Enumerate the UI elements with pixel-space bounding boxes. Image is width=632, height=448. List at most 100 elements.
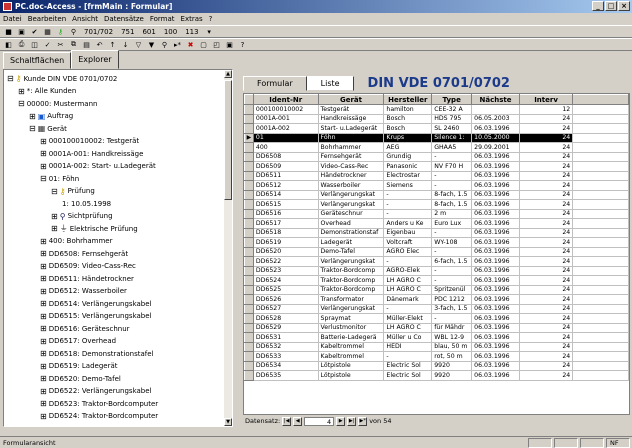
col-interv-cell[interactable]: 24 [519, 370, 574, 381]
tree-node[interactable]: ⊟ 01: Föhn [40, 173, 79, 184]
col-naechste-cell[interactable]: 06.03.1996 [471, 247, 520, 257]
col-ident-nr-cell[interactable]: DD6511 [253, 171, 319, 181]
table-row[interactable]: DD6533 Kabeltrommel - rot, 50 m 06.03.1996 24 [244, 351, 629, 362]
col-type-cell[interactable]: - [431, 313, 473, 324]
collapse-icon[interactable]: ⊟ [7, 74, 14, 83]
col-naechste-cell[interactable]: 06.03.1996 [471, 313, 520, 324]
col-ident-nr-cell[interactable]: DD6527 [253, 304, 319, 314]
spellcheck-icon[interactable]: ✓ [42, 39, 53, 50]
col-naechste-cell[interactable]: 06.03.1996 [471, 332, 520, 343]
col-geraet-cell[interactable]: Overhead [318, 218, 385, 229]
col-type-cell[interactable]: 9920 [431, 361, 473, 371]
table-row[interactable]: DD6535 Lötpistole Electric Sol 9920 06.03.19… [244, 370, 629, 381]
col-type-cell[interactable]: GHAA5 [431, 142, 473, 153]
tree-node[interactable]: ⊞ DD6523: Traktor-Bordcomputer [40, 398, 158, 409]
col-geraet-cell[interactable]: Spraymat [318, 313, 385, 324]
collapse-icon[interactable]: ⊟ [29, 124, 36, 133]
table-row[interactable]: 000100010002 Testgerät hamilton CEE-32 A 12 [244, 104, 629, 115]
next-record-button[interactable]: ▶ [336, 416, 346, 426]
col-geraet-cell[interactable]: Fernsehgerät [318, 152, 385, 162]
col-hersteller-cell[interactable]: Eigenbau [383, 228, 433, 238]
table-row[interactable]: DD6518 Demonstrationstaf Eigenbau -06.03.19… [244, 227, 629, 238]
tree-node[interactable]: ⊞ DD6520: Demo-Tafel [40, 373, 121, 384]
col-naechste-cell[interactable]: 06.03.1996 [471, 323, 520, 333]
tree-node[interactable]: ⊞ DD6516: Geräteschnur [40, 323, 130, 334]
table-row[interactable]: ▶ 01 Föhn Krups Silence 1: 10.05.2000 24 [244, 132, 629, 143]
col-geraet-cell[interactable]: Verlustmonitor [318, 323, 385, 333]
row-selector[interactable] [244, 161, 254, 172]
col-geraet-cell[interactable]: Handkreissäge [318, 114, 385, 124]
paste-icon[interactable]: ▤ [81, 39, 92, 50]
col-naechste-header[interactable]: Nächste [471, 94, 520, 105]
col-naechste-cell[interactable]: 29.09.2001 [471, 142, 520, 153]
col-type-cell[interactable]: CEE-32 A [431, 104, 473, 115]
menu-datei[interactable]: Datei [3, 15, 22, 23]
col-hersteller-cell[interactable]: Electrostar [383, 171, 433, 181]
col-hersteller-cell[interactable]: LH AGRO C [383, 275, 433, 286]
col-geraet-cell[interactable]: Traktor-Bordcomp [318, 285, 385, 295]
table-row[interactable]: DD6528 Spraymat Müller-Elekt -06.03.1996 24 [244, 313, 629, 324]
row-selector[interactable] [244, 237, 254, 248]
toolbar-value-4[interactable]: 100 [161, 28, 180, 36]
table-row[interactable]: 0001A-001 Handkreissäge Bosch HDS 795 06.05.… [244, 113, 629, 124]
col-ident-nr-cell[interactable]: DD6535 [253, 370, 319, 381]
tab-explorer[interactable]: Explorer [71, 50, 119, 69]
col-type-cell[interactable]: 3-fach, 1.5 [431, 304, 473, 314]
col-interv-cell[interactable]: 24 [519, 342, 574, 352]
row-selector[interactable] [244, 351, 254, 362]
tree-node[interactable]: ⊞ DD6518: Demonstrationstafel [40, 348, 153, 359]
tree-node[interactable]: ⊞ ⚲ Sichtprüfung [51, 211, 113, 222]
col-naechste-cell[interactable]: 06.03.1996 [471, 218, 520, 229]
database-icon[interactable]: ◰ [211, 39, 222, 50]
col-interv-cell[interactable]: 24 [519, 332, 574, 343]
col-geraet-cell[interactable]: Geräteschnur [318, 209, 385, 219]
col-ident-nr-header[interactable]: Ident-Nr [252, 94, 319, 105]
col-type-cell[interactable]: - [431, 152, 473, 162]
row-selector[interactable] [244, 104, 254, 115]
collapse-icon[interactable]: ⊟ [51, 187, 58, 196]
menu-extras[interactable]: Extras [181, 15, 203, 23]
tree-node[interactable]: ⊞ DD6519: Ladegerät [40, 361, 117, 372]
col-naechste-cell[interactable]: 06.03.1996 [471, 209, 520, 219]
scroll-down-icon[interactable]: ▼ [224, 418, 232, 426]
tree-node[interactable]: ⊞ DD6522: Verlängerungskabel [40, 386, 152, 397]
col-type-cell[interactable]: 6-fach, 1.5 [431, 256, 473, 267]
col-geraet-cell[interactable]: Lötpistole [318, 370, 385, 381]
col-ident-nr-cell[interactable]: DD6532 [253, 342, 319, 352]
col-hersteller-cell[interactable]: - [383, 304, 433, 314]
expand-icon[interactable]: ⊞ [40, 374, 47, 383]
col-type-cell[interactable]: Silence 1: [431, 133, 473, 143]
col-hersteller-cell[interactable]: Müller-Elekt [383, 313, 433, 324]
tree-node[interactable]: ⊞ DD6512: Wasserboiler [40, 286, 127, 297]
row-selector[interactable] [244, 256, 254, 267]
row-selector[interactable] [244, 360, 254, 371]
col-interv-header[interactable]: Interv [518, 94, 574, 105]
tree-node[interactable]: ⊞ 000100010002: Testgerät [40, 136, 139, 147]
expand-icon[interactable]: ⊞ [40, 287, 47, 296]
table-row[interactable]: DD6526 Transformator Dänemark PDC 1212 06.03… [244, 294, 629, 305]
col-interv-cell[interactable]: 24 [519, 247, 574, 257]
expand-icon[interactable]: ⊞ [40, 299, 47, 308]
col-naechste-cell[interactable]: 06.03.1996 [471, 123, 520, 134]
col-hersteller-cell[interactable]: - [383, 190, 433, 200]
col-geraet-cell[interactable]: Testgerät [318, 104, 385, 115]
col-interv-cell[interactable]: 24 [519, 228, 574, 238]
tab-formular[interactable]: Formular [243, 76, 307, 91]
help-icon[interactable]: ? [237, 39, 248, 50]
col-type-cell[interactable]: rot, 50 m [431, 351, 473, 362]
col-interv-cell[interactable]: 24 [519, 199, 574, 210]
expand-icon[interactable]: ⊞ [51, 212, 58, 221]
col-type-cell[interactable]: - [431, 171, 473, 181]
col-interv-cell[interactable]: 24 [519, 237, 574, 248]
col-naechste-cell[interactable]: 06.03.1996 [471, 351, 520, 362]
expand-icon[interactable]: ⊞ [18, 87, 25, 96]
row-selector[interactable] [244, 294, 254, 305]
menu-format[interactable]: Format [150, 15, 175, 23]
col-hersteller-cell[interactable]: HEDI [383, 342, 433, 352]
expand-icon[interactable]: ⊞ [40, 387, 47, 396]
tree-node[interactable]: ⊟ ▦ Gerät [29, 123, 67, 134]
row-selector[interactable] [244, 265, 254, 276]
toolbar-value-5[interactable]: 113 [182, 28, 201, 36]
col-interv-cell[interactable]: 24 [519, 285, 574, 295]
col-naechste-cell[interactable] [471, 104, 520, 115]
